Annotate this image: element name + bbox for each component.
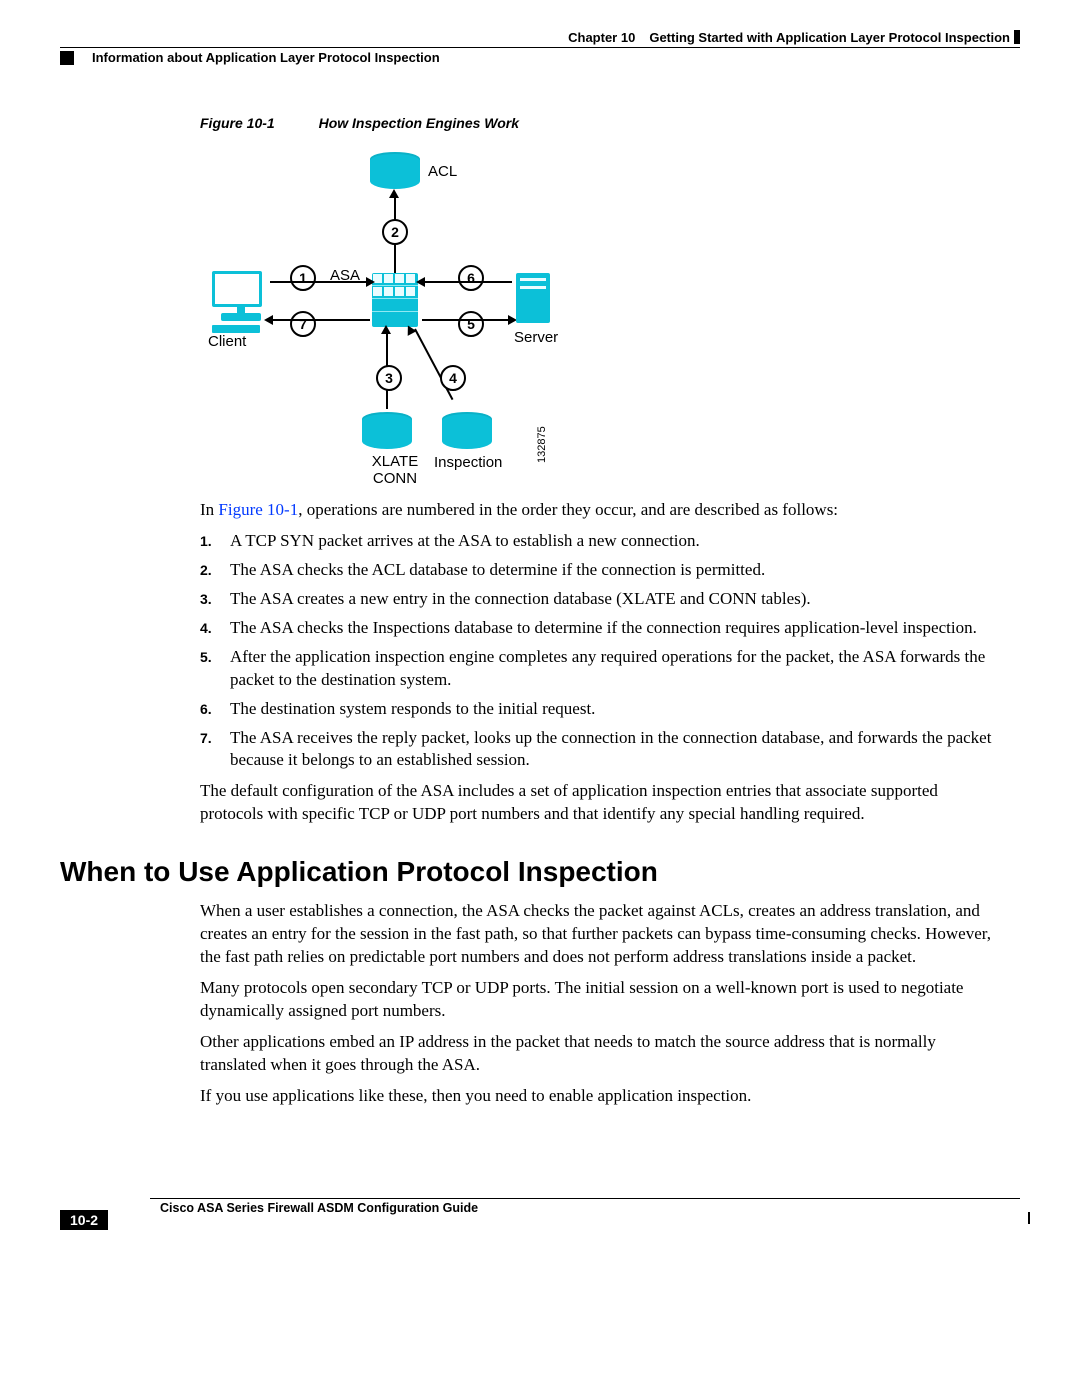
arrow-asa-to-server <box>422 319 512 321</box>
list-item: 6.The destination system responds to the… <box>200 698 1000 721</box>
section-header-text: Information about Application Layer Prot… <box>92 50 440 65</box>
arrow-server-to-asa <box>422 281 512 283</box>
page-footer: Cisco ASA Series Firewall ASDM Configura… <box>60 1198 1020 1238</box>
step-5-marker: 5 <box>458 311 484 337</box>
chapter-title: Getting Started with Application Layer P… <box>649 30 1010 45</box>
acl-label: ACL <box>428 163 457 180</box>
xlate-database-icon <box>362 419 412 455</box>
list-item: 5.After the application inspection engin… <box>200 646 1000 692</box>
figure-label: Figure 10-1 <box>200 115 275 131</box>
client-pc-icon <box>212 271 270 327</box>
step-1-marker: 1 <box>290 265 316 291</box>
step-6-marker: 6 <box>458 265 484 291</box>
image-number: 132875 <box>536 426 548 463</box>
inspection-label: Inspection <box>434 454 502 471</box>
arrow-asa-to-client <box>270 319 370 321</box>
arrow-client-to-asa <box>270 281 370 283</box>
step-7-marker: 7 <box>290 311 316 337</box>
client-label: Client <box>208 333 246 350</box>
asa-device-icon <box>372 273 418 327</box>
list-item: 1.A TCP SYN packet arrives at the ASA to… <box>200 530 1000 553</box>
list-item: 7.The ASA receives the reply packet, loo… <box>200 727 1000 773</box>
figure-title: How Inspection Engines Work <box>319 115 519 131</box>
figure-10-1: Figure 10-1 How Inspection Engines Work … <box>200 115 1020 491</box>
server-icon <box>516 273 550 323</box>
figure-reference-link[interactable]: Figure 10-1 <box>218 500 298 519</box>
list-item: 3.The ASA creates a new entry in the con… <box>200 588 1000 611</box>
figure-diagram: ACL 2 ASA Client 1 7 6 5 <box>200 141 700 491</box>
steps-ordered-list: 1.A TCP SYN packet arrives at the ASA to… <box>200 530 1000 772</box>
section-header-bar: Information about Application Layer Prot… <box>60 50 1020 65</box>
arrow-head-up-icon <box>389 189 399 198</box>
server-label: Server <box>514 329 558 346</box>
after-steps-paragraph: The default configuration of the ASA inc… <box>200 780 1000 826</box>
header-square-icon <box>60 51 74 65</box>
chapter-header: Chapter 10 Getting Started with Applicat… <box>60 30 1020 48</box>
step-2-marker: 2 <box>382 219 408 245</box>
section-paragraph: If you use applications like these, then… <box>200 1085 1000 1108</box>
figure-intro-paragraph: In Figure 10-1, operations are numbered … <box>200 499 1000 522</box>
inspection-database-icon <box>442 419 492 455</box>
arrow-head-left-icon-2 <box>416 277 425 287</box>
figure-caption: Figure 10-1 How Inspection Engines Work <box>200 115 1020 131</box>
step-4-marker: 4 <box>440 365 466 391</box>
section-paragraph: Many protocols open secondary TCP or UDP… <box>200 977 1000 1023</box>
list-item: 4.The ASA checks the Inspections databas… <box>200 617 1000 640</box>
arrow-head-up-icon-2 <box>381 325 391 334</box>
xlate-conn-label: XLATE CONN <box>360 454 430 487</box>
footer-tick-icon <box>1028 1212 1030 1224</box>
intro-suffix: , operations are numbered in the order t… <box>298 500 838 519</box>
arrow-head-right-icon <box>366 277 375 287</box>
footer-page-number: 10-2 <box>60 1210 108 1230</box>
step-3-marker: 3 <box>376 365 402 391</box>
section-heading-when-to-use: When to Use Application Protocol Inspect… <box>60 856 1020 888</box>
section-paragraph: Other applications embed an IP address i… <box>200 1031 1000 1077</box>
section-paragraph: When a user establishes a connection, th… <box>200 900 1000 969</box>
list-item: 2.The ASA checks the ACL database to det… <box>200 559 1000 582</box>
intro-prefix: In <box>200 500 218 519</box>
header-end-bar <box>1014 30 1020 44</box>
chapter-number: Chapter 10 <box>568 30 635 45</box>
arrow-head-left-icon <box>264 315 273 325</box>
footer-book-title: Cisco ASA Series Firewall ASDM Configura… <box>160 1199 1020 1215</box>
section-body: When a user establishes a connection, th… <box>200 900 1000 1108</box>
